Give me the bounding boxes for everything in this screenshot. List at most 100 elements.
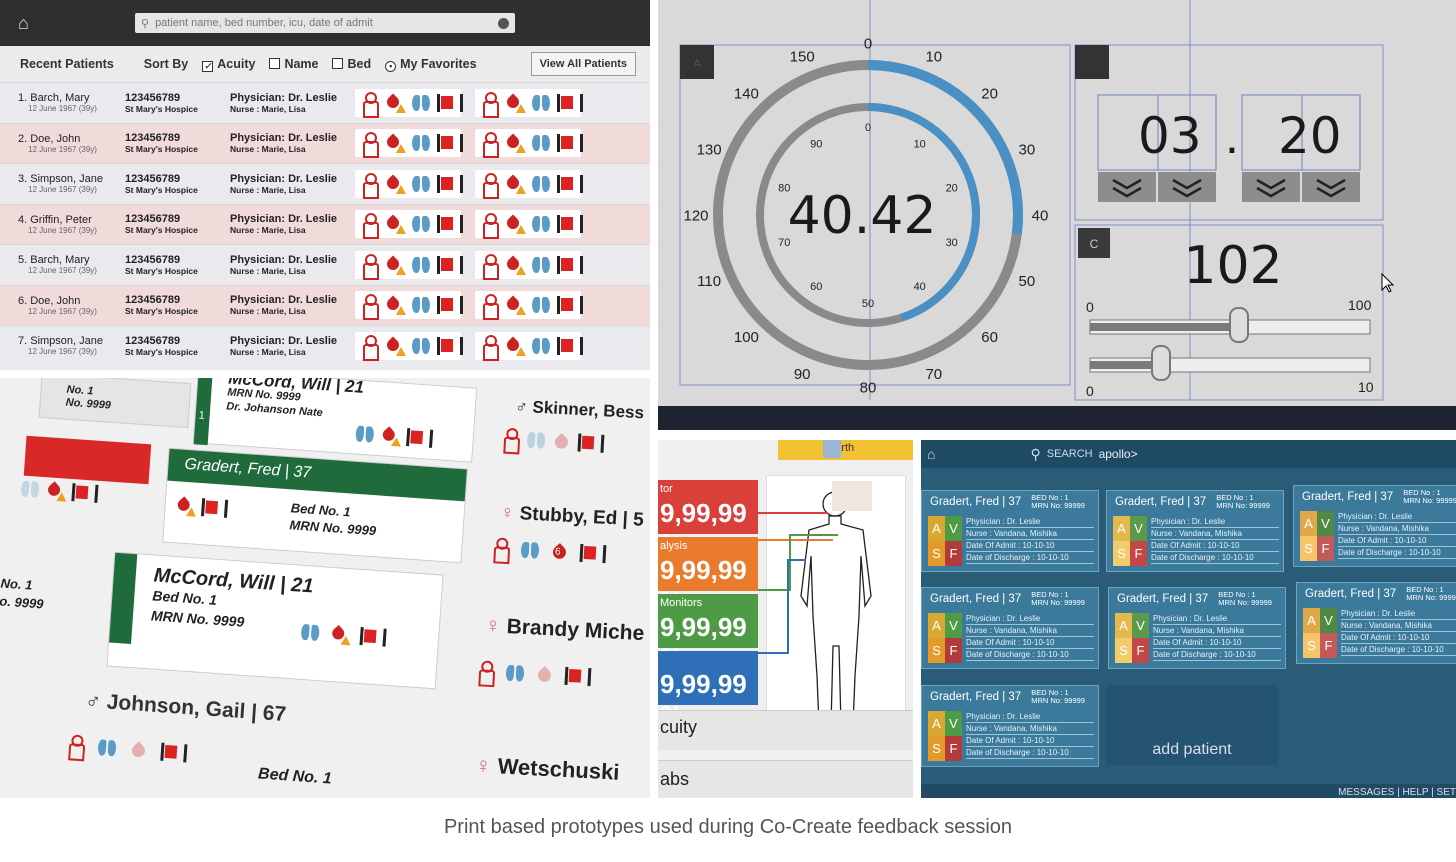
inner-tick-label: 50 (862, 298, 874, 310)
dashboard-topbar: ⌂ ⚲ SEARCH apollo> (921, 440, 1456, 468)
patient-card[interactable]: Gradert, Fred | 37 BED No : 1 MRN No: 9999… (1296, 582, 1456, 664)
view-all-patients-button[interactable]: View All Patients (530, 52, 636, 76)
mrn-cell: 123456789 St Mary's Hospice (125, 294, 230, 316)
table-row[interactable]: 4. Griffin, Peter 12 June 1967 (39y) 12345… (0, 203, 650, 244)
table-row[interactable]: 5. Barch, Mary 12 June 1967 (39y) 12345678… (0, 244, 650, 285)
physician: Physician : Dr. Leslie (966, 516, 1094, 528)
gauge-value: 40.42 (788, 186, 937, 246)
acuity-cell: V (1132, 613, 1149, 638)
sort-bed-checkbox[interactable]: Bed (332, 57, 371, 71)
patient-card-mccord[interactable]: 1 McCord, Will | 21 MRN No. 9999 Dr. Joh… (192, 378, 478, 463)
search-icon: ⚲ (141, 17, 150, 30)
patient-card[interactable]: Gradert, Fred | 37 BED No : 1 MRN No: 9999… (921, 587, 1099, 669)
slider1-max: 100 (1348, 297, 1372, 313)
outer-tick-label: 80 (860, 379, 877, 396)
patient-name: 2. Doe, John (18, 132, 81, 145)
acuity-grid: AVSF (1113, 516, 1147, 566)
acuity-cell: A (1115, 613, 1132, 638)
mrn-no: MRN No: 99999 (1031, 696, 1085, 705)
physician: Physician: Dr. Leslie (230, 132, 337, 145)
clear-search-icon[interactable] (498, 17, 509, 29)
bed-icon (557, 173, 583, 195)
body-icon (479, 294, 499, 321)
physician: Physician : Dr. Leslie (1341, 608, 1456, 620)
patient-mrn: 123456789 (125, 213, 181, 226)
blood-drop-warning-icon (385, 213, 406, 235)
patient-cell: 1. Barch, Mary 12 June 1967 (39y) (0, 92, 125, 113)
patient-card[interactable]: Gradert, Fred | 37 BED No : 1 MRN No: 9999… (921, 490, 1099, 572)
bed-icon (437, 213, 463, 235)
patient-card[interactable]: Gradert, Fred | 37 BED No : 1 MRN No: 9999… (1108, 587, 1286, 669)
patient-name: 6. Doe, John (18, 294, 81, 307)
patient-card[interactable]: Gradert, Fred | 37 BED No : 1 MRN No: 9999… (1106, 490, 1284, 572)
outer-tick-label: 130 (697, 141, 722, 158)
footer-links[interactable]: MESSAGES | HELP | SET (1338, 787, 1456, 798)
patient-card[interactable]: Gradert, Fred | 37 BED No : 1 MRN No: 9999… (921, 685, 1099, 767)
patient-card-mccord-2[interactable]: McCord, Will | 21 Bed No. 1 MRN No. 9999 (106, 551, 444, 690)
nurse: Nurse : Marie, Lisa (230, 265, 306, 276)
vital-icons (355, 331, 463, 361)
vital-icons (475, 291, 583, 321)
bed-icon (577, 432, 598, 455)
card-ids: BED No : 1 MRN No: 99999 (1031, 591, 1085, 607)
acuity-cell: V (1320, 608, 1337, 633)
search-value[interactable]: apollo> (1099, 447, 1138, 461)
date-discharge: Date of Discharge : 10-10-10 (966, 552, 1094, 564)
labs-section[interactable]: abs (658, 760, 913, 798)
acuity-grid: AVSF (1300, 511, 1334, 561)
home-icon[interactable]: ⌂ (18, 14, 40, 32)
acuity-section[interactable]: cuity (658, 710, 913, 750)
table-row[interactable]: 3. Simpson, Jane 12 June 1967 (39y) 123456… (0, 163, 650, 204)
slider1-thumb[interactable] (1229, 307, 1249, 343)
card-ids: BED No : 1 MRN No: 99999 (1218, 591, 1272, 607)
date-discharge: Date of Discharge : 10-10-10 (1153, 649, 1281, 661)
section-c-label: C (1090, 237, 1099, 251)
card-info: Physician : Dr. Leslie Nurse : Vandana, M… (1153, 613, 1281, 661)
search-input[interactable]: ⚲ patient name, bed number, icu, date of… (135, 13, 515, 33)
search-placeholder: patient name, bed number, icu, date of a… (155, 17, 373, 29)
acuity-grid: AVSF (1115, 613, 1149, 663)
sort-favorites-radio[interactable]: • My Favorites (385, 57, 477, 72)
body-icon (499, 427, 520, 450)
patient-card[interactable]: Gradert, Fred | 37 BED No : 1 MRN No: 9999… (1293, 485, 1456, 567)
date-discharge: Date of Discharge : 10-10-10 (1338, 547, 1456, 559)
nurse: Nurse : Vandana, Mishika (1341, 620, 1456, 632)
sort-bed-label: Bed (347, 57, 372, 71)
time-separator: . (1225, 108, 1239, 164)
patient-mrn: 123456789 (125, 172, 181, 185)
home-icon[interactable]: ⌂ (927, 446, 935, 462)
acuity-cell: A (928, 516, 945, 541)
mrn-no: MRN No: 99999 (1403, 496, 1456, 505)
blood-drop-warning-icon (385, 173, 406, 195)
nurse: Nurse : Vandana, Mishika (966, 625, 1094, 637)
blood-drop-warning-icon (505, 294, 526, 316)
body-icon (359, 172, 379, 199)
slider2-thumb[interactable] (1151, 345, 1171, 381)
time-down-buttons[interactable] (1098, 172, 1360, 202)
table-row[interactable]: 1. Barch, Mary 12 June 1967 (39y) 12345678… (0, 82, 650, 123)
outer-tick-label: 100 (734, 329, 759, 346)
acuity-cell: A (928, 613, 945, 638)
body-icon (479, 172, 499, 199)
date-admit: Date Of Admit : 10-10-10 (1338, 535, 1456, 547)
patient-hospice: St Mary's Hospice (125, 265, 198, 276)
patient-name: 7. Simpson, Jane (18, 335, 103, 348)
outer-tick-label: 150 (790, 48, 815, 65)
search-icon[interactable]: ⚲ (1030, 446, 1040, 463)
table-row[interactable]: 2. Doe, John 12 June 1967 (39y) 123456789 S… (0, 122, 650, 163)
patient-dob: 12 June 1967 (39y) (28, 104, 97, 114)
lung-icon (411, 335, 431, 357)
patient-card[interactable]: No. 1 No. 9999 (38, 378, 192, 429)
table-row[interactable]: 7. Simpson, Jane 12 June 1967 (39y) 123456… (0, 325, 650, 366)
sort-name-checkbox[interactable]: Name (269, 57, 318, 71)
body-icon (479, 253, 499, 280)
nurse: Nurse : Vandana, Mishika (1151, 528, 1279, 540)
table-row[interactable]: 6. Doe, John 12 June 1967 (39y) 123456789 S… (0, 284, 650, 325)
acuity-cell: S (928, 736, 945, 761)
patient-card-gradert[interactable]: Gradert, Fred | 37 Bed No. 1 MRN No. 999… (162, 447, 468, 564)
caption: Print based prototypes used during Co-Cr… (443, 816, 1013, 838)
critical-alert-bar (23, 435, 152, 485)
sort-acuity-checkbox[interactable]: ✓ Acuity (202, 57, 255, 72)
blood-drop-warning-icon (45, 479, 66, 502)
add-patient-button[interactable]: add patient (1106, 685, 1278, 765)
